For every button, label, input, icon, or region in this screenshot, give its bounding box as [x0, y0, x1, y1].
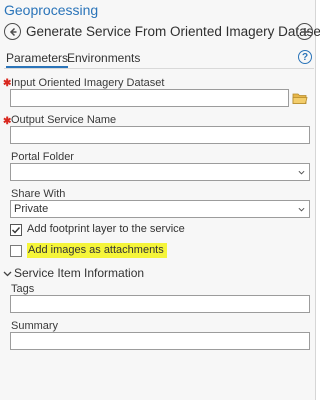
- summary-field[interactable]: [10, 332, 310, 350]
- portal-folder-label: Portal Folder: [11, 151, 74, 163]
- output-name-label: Output Service Name: [11, 114, 117, 126]
- section-title: Service Item Information: [14, 266, 145, 280]
- tab-divider: [4, 68, 314, 69]
- tool-header: Generate Service From Oriented Imagery D…: [0, 22, 320, 44]
- output-name-field[interactable]: [10, 126, 310, 144]
- add-footprint-option: Add footprint layer to the service: [10, 223, 310, 238]
- chevron-down-icon: [3, 271, 12, 277]
- checkmark-icon: [12, 227, 21, 234]
- help-icon[interactable]: ?: [298, 50, 312, 64]
- add-button[interactable]: [296, 23, 313, 40]
- back-button[interactable]: [4, 23, 21, 40]
- folder-icon: [292, 93, 308, 104]
- geoprocessing-pane: Geoprocessing Generate Service From Orie…: [0, 0, 320, 400]
- add-attachments-label-wrap: Add images as attachments: [27, 243, 167, 258]
- portal-folder-select[interactable]: [10, 163, 310, 181]
- add-footprint-checkbox[interactable]: [10, 224, 22, 236]
- browse-button[interactable]: [292, 92, 310, 106]
- tags-label: Tags: [11, 283, 35, 295]
- input-dataset-field[interactable]: [10, 89, 289, 107]
- chevron-down-icon: [298, 207, 305, 212]
- add-attachments-checkbox[interactable]: [10, 245, 22, 257]
- chevron-down-icon: [298, 170, 305, 175]
- tool-title: Generate Service From Oriented Imagery D…: [26, 24, 320, 39]
- share-with-value: Private: [14, 203, 49, 215]
- share-with-select[interactable]: Private: [10, 200, 310, 218]
- service-info-section[interactable]: Service Item Information: [0, 266, 316, 282]
- tags-field[interactable]: [10, 295, 310, 313]
- plus-icon: [300, 27, 309, 36]
- input-dataset-label: Input Oriented Imagery Dataset: [11, 77, 165, 89]
- tab-bar: Parameters Environments ?: [0, 50, 316, 68]
- summary-label: Summary: [11, 320, 59, 332]
- tab-environments[interactable]: Environments: [67, 51, 140, 65]
- add-attachments-label: Add images as attachments: [27, 243, 167, 258]
- back-arrow-icon: [9, 27, 16, 36]
- tab-parameters[interactable]: Parameters: [6, 51, 69, 68]
- add-attachments-option: Add images as attachments: [10, 243, 310, 259]
- pane-title: Geoprocessing: [4, 2, 99, 18]
- share-with-label: Share With: [11, 188, 66, 200]
- add-footprint-label: Add footprint layer to the service: [27, 223, 185, 235]
